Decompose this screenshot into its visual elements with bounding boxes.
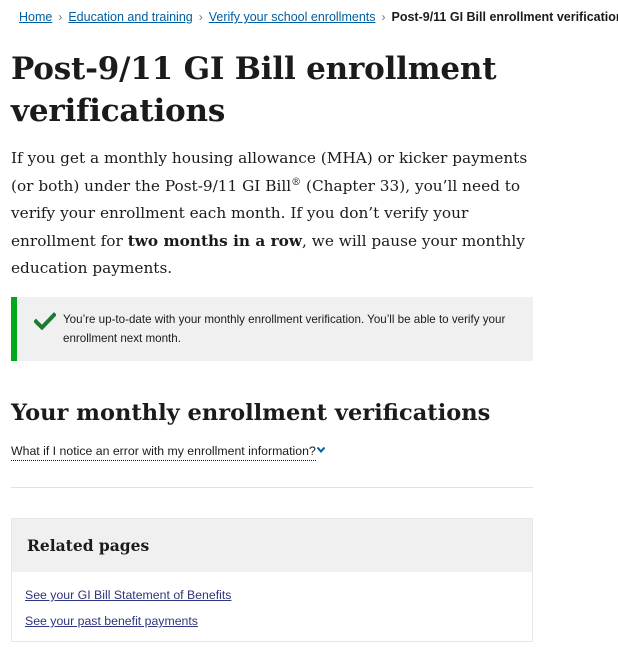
intro-paragraph: If you get a monthly housing allowance (… [11, 145, 533, 283]
divider [11, 487, 533, 488]
page-title: Post-9/11 GI Bill enrollment verificatio… [11, 51, 497, 129]
related-pages: Related pages See your GI Bill Statement… [11, 518, 533, 642]
past-payments-link[interactable]: See your past benefit payments [25, 613, 198, 629]
related-pages-title: Related pages [27, 536, 150, 555]
intro-emphasis: two months in a row [127, 231, 303, 250]
breadcrumb-separator: › [198, 10, 203, 24]
breadcrumb-separator: › [58, 10, 63, 24]
breadcrumb-verify-link[interactable]: Verify your school enrollments [209, 10, 376, 24]
check-icon [34, 312, 56, 330]
breadcrumb: Home › Education and training › Verify your … [19, 9, 618, 25]
breadcrumb-separator: › [381, 10, 386, 24]
chevron-down-icon[interactable] [316, 446, 326, 454]
section-title: Your monthly enrollment verifications [11, 400, 491, 426]
breadcrumb-education-link[interactable]: Education and training [68, 10, 192, 24]
breadcrumb-home-link[interactable]: Home [19, 10, 52, 24]
success-alert: You’re up-to-date with your monthly enro… [11, 297, 533, 361]
breadcrumb-current: Post-9/11 GI Bill enrollment verificatio… [391, 10, 618, 24]
registered-mark: ® [291, 176, 302, 188]
page: Home › Education and training › Verify your … [0, 0, 618, 660]
alert-message: You’re up-to-date with your monthly enro… [63, 313, 506, 345]
statement-of-benefits-link[interactable]: See your GI Bill Statement of Benefits [25, 587, 231, 603]
error-info-accordion-link[interactable]: What if I notice an error with my enroll… [11, 442, 316, 461]
